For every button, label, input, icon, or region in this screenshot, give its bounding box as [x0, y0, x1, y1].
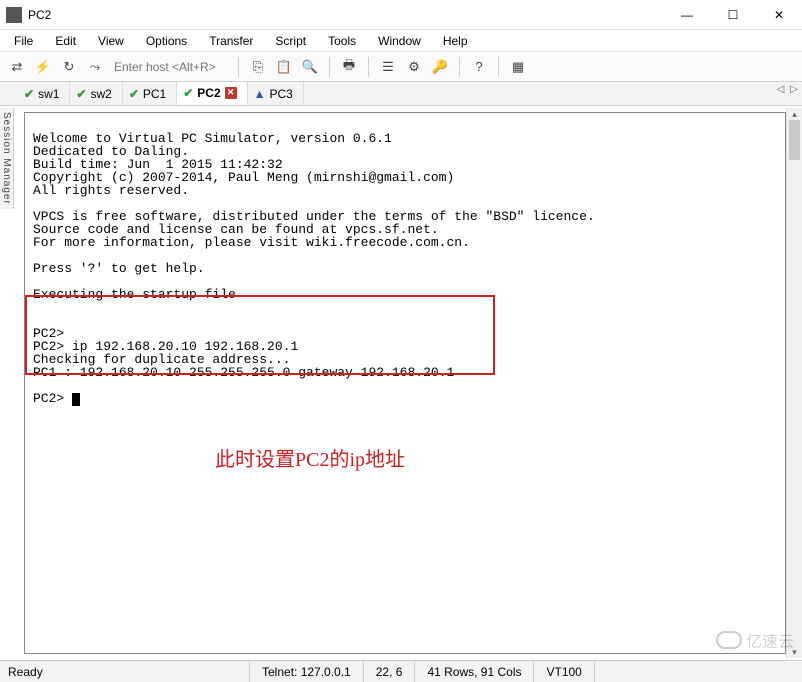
terminal-output: Welcome to Virtual PC Simulator, version… [25, 113, 785, 425]
close-button[interactable]: ✕ [756, 0, 802, 30]
terminal-pane[interactable]: Welcome to Virtual PC Simulator, version… [24, 112, 786, 654]
titlebar: PC2 — ☐ ✕ [0, 0, 802, 30]
scroll-up-icon[interactable]: ▴ [787, 108, 802, 120]
tab-label: sw1 [38, 87, 59, 101]
connect-icon[interactable]: ⇄ [6, 56, 28, 78]
toolbar: ⇄ ⚡ ↻ ⤳ ⎘ 📋 🔍 🖶 ☰ ⚙ 🔑 ? ▦ [0, 52, 802, 82]
maximize-button[interactable]: ☐ [710, 0, 756, 30]
tab-nav: ◁ ▷ [777, 84, 798, 95]
tab-pc3[interactable]: ▲ PC3 [248, 82, 304, 105]
help-icon[interactable]: ? [468, 56, 490, 78]
host-input[interactable] [110, 57, 230, 77]
status-connection: Telnet: 127.0.0.1 [250, 661, 364, 682]
tab-label: PC1 [143, 87, 166, 101]
watermark-text: 亿速云 [746, 628, 794, 652]
menu-file[interactable]: File [10, 32, 37, 50]
separator [459, 57, 460, 77]
term-line: All rights reserved. [33, 183, 189, 198]
menu-view[interactable]: View [94, 32, 128, 50]
paste-icon[interactable]: 📋 [273, 56, 295, 78]
menu-transfer[interactable]: Transfer [205, 32, 257, 50]
term-line: For more information, please visit wiki.… [33, 235, 470, 250]
app-icon [6, 7, 22, 23]
check-icon: ✔ [24, 87, 34, 101]
tab-bar: ✔ sw1 ✔ sw2 ✔ PC1 ✔ PC2 ✕ ▲ PC3 ◁ ▷ [0, 82, 802, 106]
cloud-icon [716, 631, 742, 649]
term-line: Press '?' to get help. [33, 261, 205, 276]
status-term: VT100 [534, 661, 594, 682]
close-tab-icon[interactable]: ✕ [225, 87, 237, 99]
copy-icon[interactable]: ⎘ [247, 56, 269, 78]
session-options-icon[interactable]: ⚙ [403, 56, 425, 78]
properties-icon[interactable]: ☰ [377, 56, 399, 78]
cursor [72, 393, 80, 406]
check-icon: ✔ [129, 87, 139, 101]
tab-label: PC2 [197, 86, 220, 100]
status-size: 41 Rows, 91 Cols [415, 661, 534, 682]
status-cursor: 22, 6 [364, 661, 416, 682]
tab-pc2[interactable]: ✔ PC2 ✕ [177, 82, 247, 105]
quick-connect-icon[interactable]: ⚡ [32, 56, 54, 78]
watermark: 亿速云 [716, 628, 794, 652]
tab-next-icon[interactable]: ▷ [790, 84, 798, 95]
tab-sw2[interactable]: ✔ sw2 [70, 82, 122, 105]
status-bar: Ready Telnet: 127.0.0.1 22, 6 41 Rows, 9… [0, 660, 802, 682]
menu-edit[interactable]: Edit [51, 32, 80, 50]
print-icon[interactable]: 🖶 [338, 56, 360, 78]
window-controls: — ☐ ✕ [664, 0, 802, 30]
check-icon: ✔ [183, 86, 193, 100]
menu-options[interactable]: Options [142, 32, 191, 50]
find-icon[interactable]: 🔍 [299, 56, 321, 78]
vertical-scrollbar[interactable]: ▴ ▾ [786, 108, 802, 658]
term-line: PC2> [33, 391, 72, 406]
reconnect-icon[interactable]: ↻ [58, 56, 80, 78]
menu-script[interactable]: Script [271, 32, 310, 50]
check-icon: ✔ [76, 87, 86, 101]
menu-help[interactable]: Help [439, 32, 472, 50]
separator [238, 57, 239, 77]
menu-window[interactable]: Window [374, 32, 425, 50]
tab-label: sw2 [90, 87, 111, 101]
term-line: PC1 : 192.168.20.10 255.255.255.0 gatewa… [33, 365, 454, 380]
separator [368, 57, 369, 77]
tab-sw1[interactable]: ✔ sw1 [18, 82, 70, 105]
term-line: Executing the startup file [33, 287, 236, 302]
session-manager-panel[interactable]: Session Manager [0, 108, 14, 209]
minimize-button[interactable]: — [664, 0, 710, 30]
disconnect-icon[interactable]: ⤳ [84, 56, 106, 78]
annotation-text: 此时设置PC2的ip地址 [215, 443, 405, 472]
key-icon[interactable]: 🔑 [429, 56, 451, 78]
warning-icon: ▲ [254, 87, 266, 101]
separator [329, 57, 330, 77]
menubar: File Edit View Options Transfer Script T… [0, 30, 802, 52]
tab-pc1[interactable]: ✔ PC1 [123, 82, 177, 105]
separator [498, 57, 499, 77]
scroll-thumb[interactable] [789, 120, 800, 160]
tab-prev-icon[interactable]: ◁ [777, 84, 785, 95]
tab-label: PC3 [270, 87, 293, 101]
status-ready: Ready [0, 661, 250, 682]
menu-tools[interactable]: Tools [324, 32, 360, 50]
toggle-icon[interactable]: ▦ [507, 56, 529, 78]
window-title: PC2 [28, 8, 51, 22]
